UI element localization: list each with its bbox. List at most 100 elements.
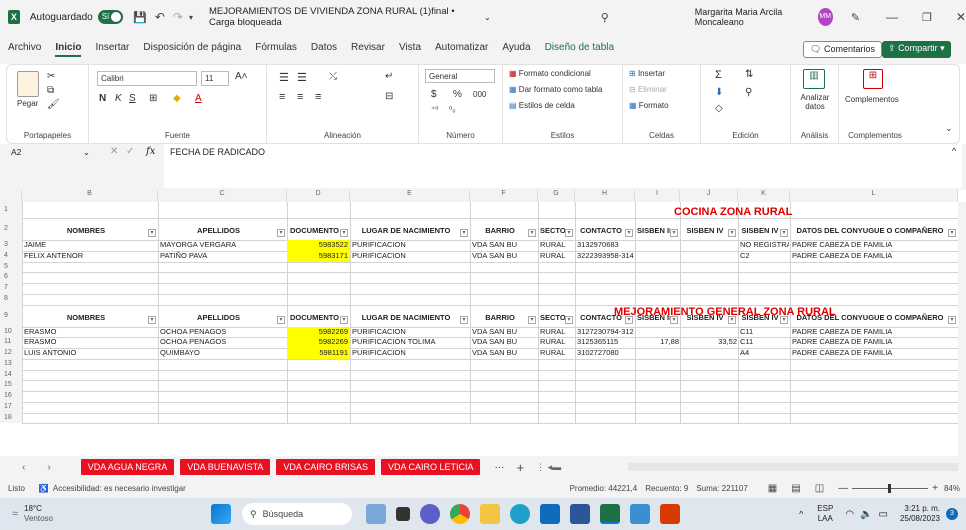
table-cell[interactable] [637, 348, 679, 359]
accessibility-status[interactable]: Accesibilidad: es necesario investigar [53, 484, 186, 493]
grow-font-icon[interactable]: A˄ [235, 71, 248, 82]
zoom-level[interactable]: 84% [944, 484, 960, 493]
column-title[interactable]: DATOS DEL CONYUGUE O COMPAÑERO [792, 226, 948, 238]
windows-start-icon[interactable] [210, 504, 231, 524]
table-cell[interactable]: QUIMBAYO [160, 348, 286, 359]
center-icon[interactable]: ≡ [297, 91, 303, 103]
align-middle-icon[interactable]: ☰ [297, 71, 307, 84]
table-cell[interactable]: RURAL [540, 240, 574, 251]
filter-dropdown-icon[interactable]: ▾ [728, 229, 736, 237]
row-header[interactable]: 2 [0, 218, 22, 240]
align-left-icon[interactable]: ≡ [279, 91, 285, 103]
decrease-decimal-icon[interactable]: ⁰₀ [449, 105, 456, 114]
tab-archivo[interactable]: Archivo [8, 42, 41, 57]
row-header[interactable]: 14 [0, 369, 22, 381]
taskbar-search[interactable]: ⚲ Búsqueda [241, 503, 352, 525]
table-cell[interactable]: VDA SAN BU [472, 240, 537, 251]
column-header[interactable]: L [790, 190, 958, 202]
table-cell[interactable]: VDA SAN BU [472, 327, 537, 338]
table-cell[interactable]: OCHOA PENAGOS [160, 337, 286, 348]
table-cell[interactable]: JAIME [24, 240, 157, 251]
search-icon[interactable]: ⚲ [601, 11, 609, 24]
filter-dropdown-icon[interactable]: ▾ [528, 315, 536, 324]
more-sheets-icon[interactable]: ··· [494, 462, 504, 473]
page-layout-icon[interactable]: ▤ [791, 483, 800, 494]
table-cell[interactable] [682, 251, 737, 262]
column-title[interactable]: BARRIO [472, 313, 528, 325]
mail-icon[interactable] [539, 504, 560, 524]
paste-icon[interactable] [17, 71, 39, 97]
column-header[interactable]: I [635, 190, 680, 202]
table-cell[interactable]: 17,88 [637, 337, 679, 348]
row-header[interactable]: 17 [0, 401, 22, 413]
tab-inicio[interactable]: Inicio [55, 42, 82, 57]
addins-icon[interactable]: ⊞ [863, 69, 883, 89]
find-icon[interactable]: ⚲ [745, 87, 752, 98]
row-header[interactable]: 4 [0, 250, 22, 262]
notification-icon[interactable]: 3 [946, 508, 958, 520]
tab-revisar[interactable]: Revisar [351, 42, 385, 57]
insert-button[interactable]: ⊞ Insertar [629, 69, 665, 78]
autosave-toggle[interactable]: Sí [97, 10, 124, 24]
table-cell[interactable]: VDA SAN BU [472, 348, 537, 359]
table-cell[interactable] [682, 240, 737, 251]
table-cell[interactable] [637, 251, 679, 262]
column-header[interactable]: J [680, 190, 738, 202]
table-cell[interactable]: PADRE CABEZA DE FAMILIA [792, 240, 957, 251]
tab-diseno-tabla[interactable]: Diseño de tabla [545, 42, 615, 57]
filter-dropdown-icon[interactable]: ▾ [625, 229, 633, 237]
document-title[interactable]: MEJORAMIENTOS DE VIVIENDA ZONA RURAL (1)… [209, 6, 481, 28]
zoom-slider[interactable] [852, 483, 929, 493]
table-cell[interactable]: RURAL [540, 327, 574, 338]
cut-icon[interactable]: ✂ [47, 71, 55, 82]
sheet-tab[interactable]: VDA CAIRO LETICIA [380, 459, 481, 475]
table-cell[interactable]: 5983522 [287, 240, 350, 251]
table-cell[interactable]: 5983171 [287, 250, 350, 262]
table-cell[interactable]: C11 [740, 327, 789, 338]
row-header[interactable]: 6 [0, 272, 22, 283]
table-cell[interactable]: 5981191 [287, 348, 350, 359]
volume-icon[interactable]: 🔈 [860, 509, 872, 520]
tab-vista[interactable]: Vista [399, 42, 421, 57]
table-cell[interactable]: MAYORGA VERGARA [160, 240, 286, 251]
column-title[interactable]: APELLIDOS [160, 313, 277, 325]
office-icon[interactable] [659, 504, 680, 524]
title-chevron-icon[interactable]: ⌄ [484, 13, 491, 22]
table-cell[interactable]: 5982269 [287, 326, 350, 338]
row-header[interactable]: 18 [0, 412, 22, 424]
cancel-icon[interactable]: ✕ [110, 146, 118, 157]
column-title[interactable]: NOMBRES [24, 313, 148, 325]
table-cell[interactable]: 3222393958-3144060734 [577, 251, 634, 262]
normal-view-icon[interactable]: ▦ [768, 483, 777, 494]
file-explorer-icon[interactable] [479, 504, 500, 524]
autosum-icon[interactable]: Σ [715, 69, 722, 81]
zoom-slider-thumb[interactable] [888, 483, 892, 493]
filter-dropdown-icon[interactable]: ▾ [277, 315, 285, 324]
filter-dropdown-icon[interactable]: ▾ [340, 315, 348, 324]
currency-icon[interactable]: $ [431, 89, 437, 100]
tab-automatizar[interactable]: Automatizar [435, 42, 488, 57]
orientation-icon[interactable]: ⤯ [329, 71, 337, 82]
format-painter-icon[interactable]: 🖌 [47, 99, 60, 110]
row-header[interactable]: 3 [0, 240, 22, 251]
row-header[interactable]: 11 [0, 337, 22, 348]
table-cell[interactable]: NO REGISTRA [740, 240, 789, 251]
table-cell[interactable]: PURIFICACION TOLIMA [352, 337, 469, 348]
clock[interactable]: 3:21 p. m. 25/08/2023 [900, 504, 940, 524]
table-cell[interactable]: PURIFICACION [352, 348, 469, 359]
column-header[interactable]: K [738, 190, 790, 202]
vertical-scrollbar[interactable] [958, 202, 966, 456]
weather-icon[interactable]: ≈ [12, 508, 18, 520]
sort-filter-icon[interactable]: ⇅ [745, 69, 753, 80]
filter-dropdown-icon[interactable]: ▾ [565, 315, 573, 324]
table-cell[interactable]: C2 [740, 251, 789, 262]
fill-color-icon[interactable]: ◆ [173, 93, 181, 104]
horizontal-scrollbar[interactable] [628, 463, 958, 471]
paste-button[interactable]: Pegar [17, 99, 38, 108]
table-cell[interactable]: VDA SAN BU [472, 337, 537, 348]
table-cell[interactable] [682, 327, 737, 338]
column-title[interactable]: SECTOR [540, 226, 565, 238]
clear-icon[interactable]: ◇ [715, 103, 723, 114]
column-title[interactable]: APELLIDOS [160, 226, 277, 238]
table-cell[interactable]: PADRE CABEZA DE FAMILIA [792, 327, 957, 338]
